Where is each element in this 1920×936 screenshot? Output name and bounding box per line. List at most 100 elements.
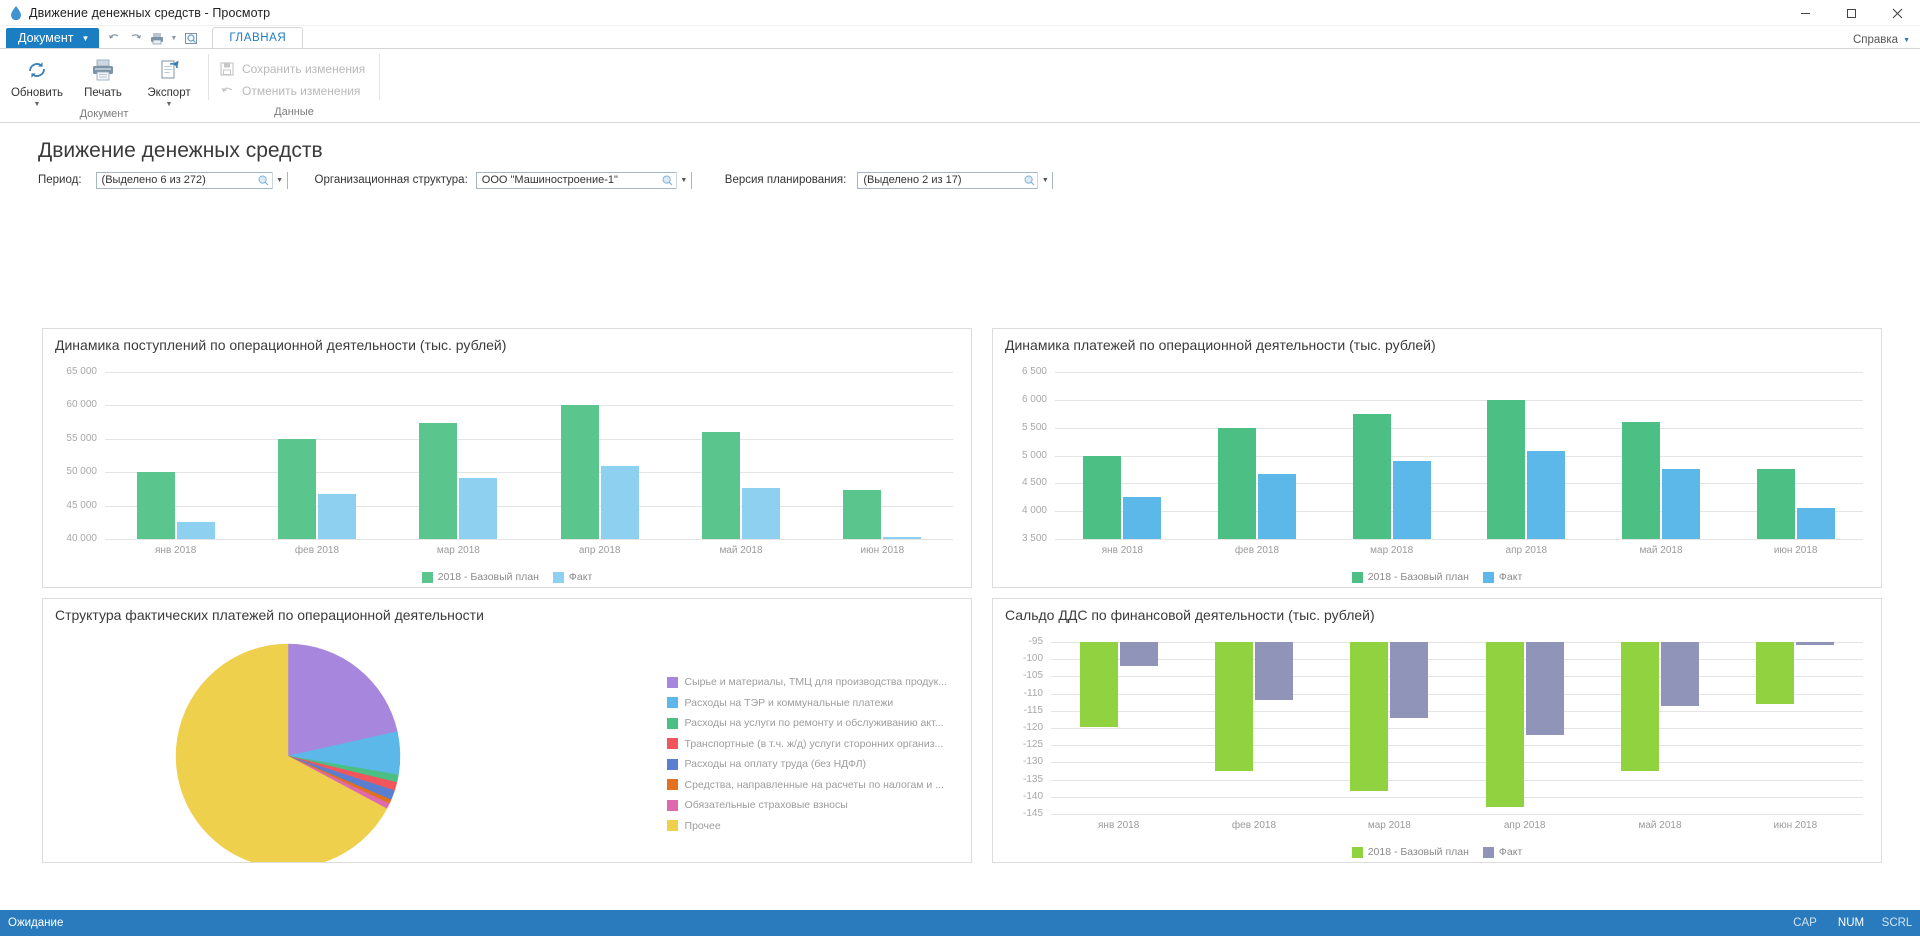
panel-receipts-title: Динамика поступлений по операционной дея… [43,329,971,358]
bar-receipts-5-1[interactable] [883,537,921,539]
bar-payments-2-0[interactable] [1353,414,1391,539]
undo-icon[interactable] [105,29,124,47]
pie-legend-label: Транспортные (в т.ч. ж/д) услуги сторонн… [685,738,944,750]
chevron-down-icon[interactable]: ▼ [676,172,691,189]
bar-receipts-4-1[interactable] [742,488,780,539]
pie-legend-item[interactable]: Сырье и материалы, ТМЦ для производства … [667,676,947,688]
close-button[interactable] [1874,0,1920,26]
bar-saldo-3-0[interactable] [1486,642,1524,807]
pie-legend-item[interactable]: Расходы на ТЭР и коммунальные платежи [667,697,947,709]
bar-payments-4-0[interactable] [1622,422,1660,539]
y-axis-tick-label: 55 000 [43,433,97,444]
export-button[interactable]: Экспорт ▼ [136,53,202,108]
pie-legend-swatch [667,738,678,749]
bar-saldo-0-0[interactable] [1080,642,1118,727]
ribbon-group-document: Обновить ▼ Печать Экспорт ▼ Документ [0,49,208,122]
bar-receipts-2-0[interactable] [419,423,457,539]
bar-payments-2-1[interactable] [1393,461,1431,539]
bar-saldo-5-1[interactable] [1796,642,1834,645]
filter-period-field[interactable]: (Выделено 6 из 272) ▼ [96,172,288,189]
bar-saldo-1-0[interactable] [1215,642,1253,771]
bar-saldo-1-1[interactable] [1255,642,1293,700]
print-icon[interactable] [147,29,166,47]
pie-legend-item[interactable]: Средства, направленные на расчеты по нал… [667,779,947,791]
chevron-down-icon[interactable]: ▼ [1037,172,1052,189]
redo-icon[interactable] [126,29,145,47]
bar-payments-4-1[interactable] [1662,469,1700,539]
search-icon[interactable] [660,175,676,186]
pie-legend-swatch [667,677,678,688]
bar-saldo-3-1[interactable] [1526,642,1564,735]
save-icon [219,61,235,77]
search-icon[interactable] [256,175,272,186]
pie-legend-item[interactable]: Обязательные страховые взносы [667,799,947,811]
bar-payments-3-1[interactable] [1527,451,1565,539]
y-axis-tick-label: -145 [993,808,1043,819]
legend-item[interactable]: 2018 - Базовый план [422,571,539,583]
legend-item[interactable]: Факт [553,571,592,583]
bar-payments-3-0[interactable] [1487,400,1525,539]
bar-receipts-0-1[interactable] [177,522,215,539]
bar-payments-5-1[interactable] [1797,508,1835,539]
bar-payments-1-0[interactable] [1218,428,1256,539]
chart-payments[interactable]: 3 5004 0004 5005 0005 5006 0006 500янв 2… [993,358,1881,587]
bar-receipts-1-1[interactable] [318,494,356,539]
bar-receipts-3-1[interactable] [601,466,639,539]
search-icon[interactable] [1021,175,1037,186]
chevron-down-icon[interactable]: ▼ [272,172,287,189]
bar-saldo-4-0[interactable] [1621,642,1659,771]
bar-saldo-4-1[interactable] [1661,642,1699,706]
bar-payments-0-1[interactable] [1123,497,1161,539]
bar-saldo-2-0[interactable] [1350,642,1388,791]
tab-home[interactable]: ГЛАВНАЯ [212,27,303,49]
filter-org-structure-field[interactable]: ООО "Машиностроение-1" ▼ [476,172,692,189]
maximize-button[interactable] [1828,0,1874,26]
bar-receipts-5-0[interactable] [843,490,881,539]
legend-item[interactable]: 2018 - Базовый план [1352,846,1469,858]
pie-legend-label: Средства, направленные на расчеты по нал… [685,779,944,791]
help-link[interactable]: Справка ▼ [1853,34,1910,46]
pie-legend-swatch [667,800,678,811]
chevron-down-icon[interactable]: ▼ [166,101,173,108]
chevron-down-icon[interactable]: ▼ [34,101,41,108]
pie-legend-item[interactable]: Прочее [667,820,947,832]
panel-payments-structure: Структура фактических платежей по операц… [42,598,972,863]
chart-saldo[interactable]: -145-140-135-130-125-120-115-110-105-100… [993,628,1881,862]
droplet-icon [7,4,25,22]
print-preview-icon[interactable] [181,29,200,47]
pie-legend-item[interactable]: Расходы на оплату труда (без НДФЛ) [667,758,947,770]
bar-saldo-5-0[interactable] [1756,642,1794,704]
bar-receipts-4-0[interactable] [702,432,740,539]
minimize-button[interactable] [1782,0,1828,26]
chart-receipts[interactable]: 40 00045 00050 00055 00060 00065 000янв … [43,358,971,587]
bar-receipts-1-0[interactable] [278,439,316,539]
gridline [105,439,953,440]
bar-receipts-3-0[interactable] [561,405,599,539]
print-button[interactable]: Печать [70,53,136,99]
gridline [1055,483,1863,484]
window-title: Движение денежных средств - Просмотр [29,6,270,20]
save-changes-button[interactable]: Сохранить изменения [219,61,365,77]
bar-payments-0-0[interactable] [1083,456,1121,540]
bar-saldo-0-1[interactable] [1120,642,1158,666]
legend-item[interactable]: Факт [1483,846,1522,858]
bar-receipts-2-1[interactable] [459,478,497,539]
pie-legend-item[interactable]: Транспортные (в т.ч. ж/д) услуги сторонн… [667,738,947,750]
help-label: Справка [1853,34,1898,46]
legend-item[interactable]: Факт [1483,571,1522,583]
refresh-button[interactable]: Обновить ▼ [4,53,70,108]
filter-planning-version-field[interactable]: (Выделено 2 из 17) ▼ [857,172,1053,189]
chart-payments-structure[interactable]: Сырье и материалы, ТМЦ для производства … [43,628,971,862]
legend-swatch [1352,847,1363,858]
bar-payments-1-1[interactable] [1258,474,1296,539]
undo-changes-button[interactable]: Отменить изменения [219,83,365,99]
chevron-down-icon[interactable]: ▼ [168,29,179,47]
legend-item[interactable]: 2018 - Базовый план [1352,571,1469,583]
title-bar: Движение денежных средств - Просмотр [0,0,1920,26]
document-menu-button[interactable]: Документ ▼ [6,28,99,48]
pie-legend-item[interactable]: Расходы на услуги по ремонту и обслужива… [667,717,947,729]
pie-legend-label: Прочее [685,820,721,832]
bar-payments-5-0[interactable] [1757,469,1795,539]
bar-saldo-2-1[interactable] [1390,642,1428,718]
bar-receipts-0-0[interactable] [137,472,175,539]
